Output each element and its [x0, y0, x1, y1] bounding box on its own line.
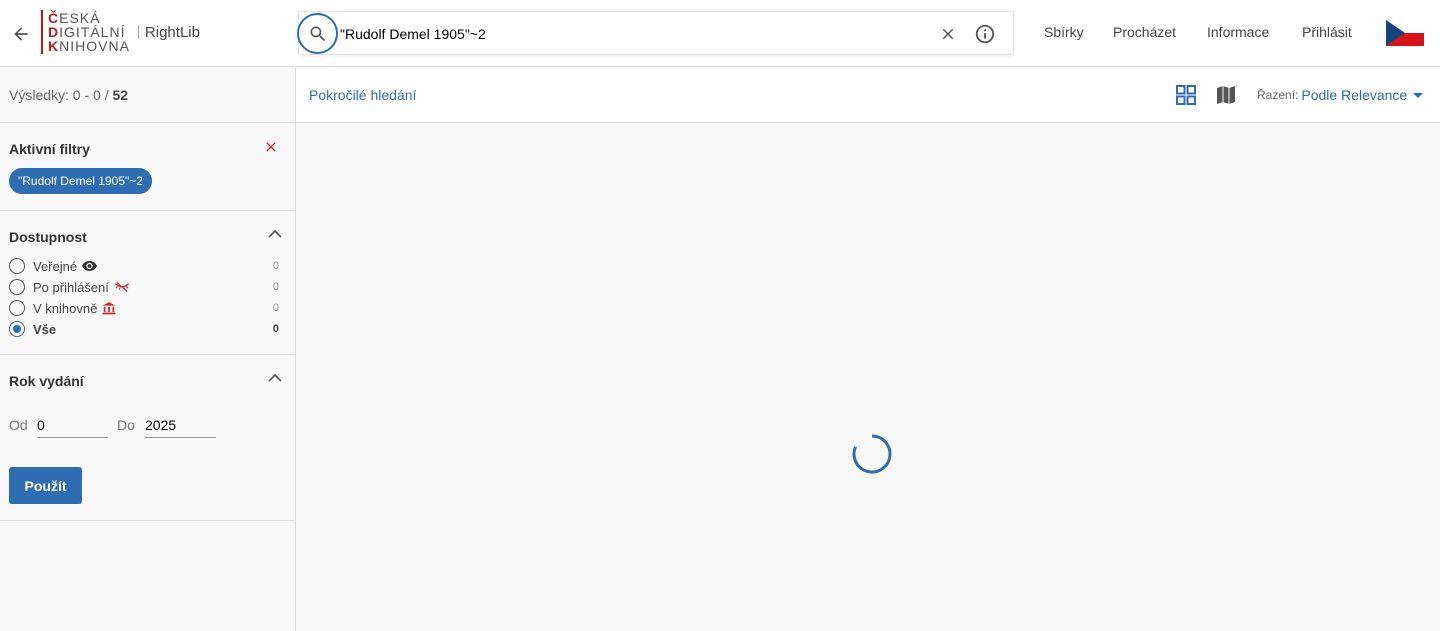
- search-icon[interactable]: [297, 13, 338, 54]
- advanced-search-link[interactable]: Pokročilé hledání: [309, 87, 416, 103]
- availability-section: Dostupnost Veřejné 0 Po přihlášení 0 V k…: [0, 211, 295, 355]
- map-view-icon[interactable]: [1216, 85, 1236, 105]
- logo-line-3: NIHOVNA: [59, 38, 130, 54]
- nav-informace[interactable]: Informace: [1207, 0, 1269, 64]
- year-to-label: Do: [117, 417, 135, 433]
- year-from-label: Od: [9, 417, 28, 433]
- search-input[interactable]: [340, 22, 920, 46]
- active-filters-section: Aktivní filtry "Rudolf Demel 1905"~2: [0, 123, 295, 211]
- logo-bar: [41, 10, 43, 54]
- option-label: Vše: [33, 321, 57, 337]
- option-count: 0: [272, 323, 279, 335]
- option-count: 0: [272, 302, 279, 314]
- availability-option-login[interactable]: Po přihlášení 0: [9, 278, 279, 296]
- chevron-up-icon[interactable]: [268, 229, 282, 239]
- availability-title: Dostupnost: [9, 229, 87, 245]
- active-filters-title: Aktivní filtry: [9, 141, 90, 157]
- results-count: Výsledky: 0 - 0 / 52: [0, 68, 295, 123]
- search-box: [297, 11, 1014, 55]
- radio-button-checked[interactable]: [9, 321, 25, 337]
- caret-down-icon[interactable]: [1413, 92, 1424, 98]
- back-arrow-icon[interactable]: [9, 22, 33, 46]
- chevron-up-icon[interactable]: [268, 373, 282, 383]
- sort-value[interactable]: Podle Relevance: [1301, 87, 1407, 103]
- availability-option-library[interactable]: V knihovně 0: [9, 299, 279, 317]
- library-icon: [102, 301, 116, 315]
- eye-icon: [82, 260, 98, 272]
- option-count: 0: [272, 281, 279, 293]
- option-count: 0: [272, 260, 279, 272]
- clear-filters-icon[interactable]: [263, 139, 279, 155]
- filter-chip[interactable]: "Rudolf Demel 1905"~2: [9, 168, 152, 194]
- sort-dropdown[interactable]: Řazení: Podle Relevance: [1257, 87, 1424, 103]
- year-from-input[interactable]: [37, 408, 108, 438]
- eye-off-icon: [114, 281, 130, 293]
- radio-button[interactable]: [9, 279, 25, 295]
- option-label: Veřejné: [33, 258, 78, 274]
- year-section: Rok vydání Od Do Použít: [0, 355, 295, 521]
- nav-prochazet[interactable]: Procházet: [1113, 0, 1176, 64]
- nav-prihlasit[interactable]: Přihlásit: [1302, 0, 1352, 64]
- results-total: 52: [112, 87, 129, 103]
- sidebar: Výsledky: 0 - 0 / 52 Aktivní filtry "Rud…: [0, 68, 296, 631]
- logo[interactable]: ČESKÁ DIGITÁLNÍ KNIHOVNA RightLib: [41, 9, 200, 55]
- year-title: Rok vydání: [9, 373, 84, 389]
- logo-text: ČESKÁ DIGITÁLNÍ KNIHOVNA: [48, 10, 130, 54]
- radio-button[interactable]: [9, 300, 25, 316]
- apply-button[interactable]: Použít: [9, 467, 82, 504]
- sort-label: Řazení:: [1257, 88, 1299, 102]
- availability-option-all[interactable]: Vše 0: [9, 320, 279, 338]
- info-icon[interactable]: [973, 22, 997, 46]
- results-toolbar: Pokročilé hledání Řazení: Podle Relevanc…: [296, 68, 1440, 123]
- availability-option-public[interactable]: Veřejné 0: [9, 257, 279, 275]
- grid-view-icon[interactable]: [1176, 85, 1196, 105]
- radio-button[interactable]: [9, 258, 25, 274]
- logo-separator: [137, 25, 139, 39]
- nav-sbirky[interactable]: Sbírky: [1044, 0, 1084, 64]
- loading-spinner-icon: [852, 434, 892, 474]
- option-label: V knihovně: [33, 300, 98, 316]
- top-bar: ČESKÁ DIGITÁLNÍ KNIHOVNA RightLib Sbírky…: [0, 0, 1440, 67]
- year-to-input[interactable]: [145, 408, 216, 438]
- results-label: Výsledky: 0 - 0 /: [9, 87, 113, 103]
- option-label: Po přihlášení: [33, 279, 109, 295]
- close-icon[interactable]: [937, 23, 959, 45]
- logo-subtitle: RightLib: [144, 23, 200, 41]
- results-content: [296, 124, 1440, 631]
- czech-flag-icon[interactable]: [1386, 20, 1424, 46]
